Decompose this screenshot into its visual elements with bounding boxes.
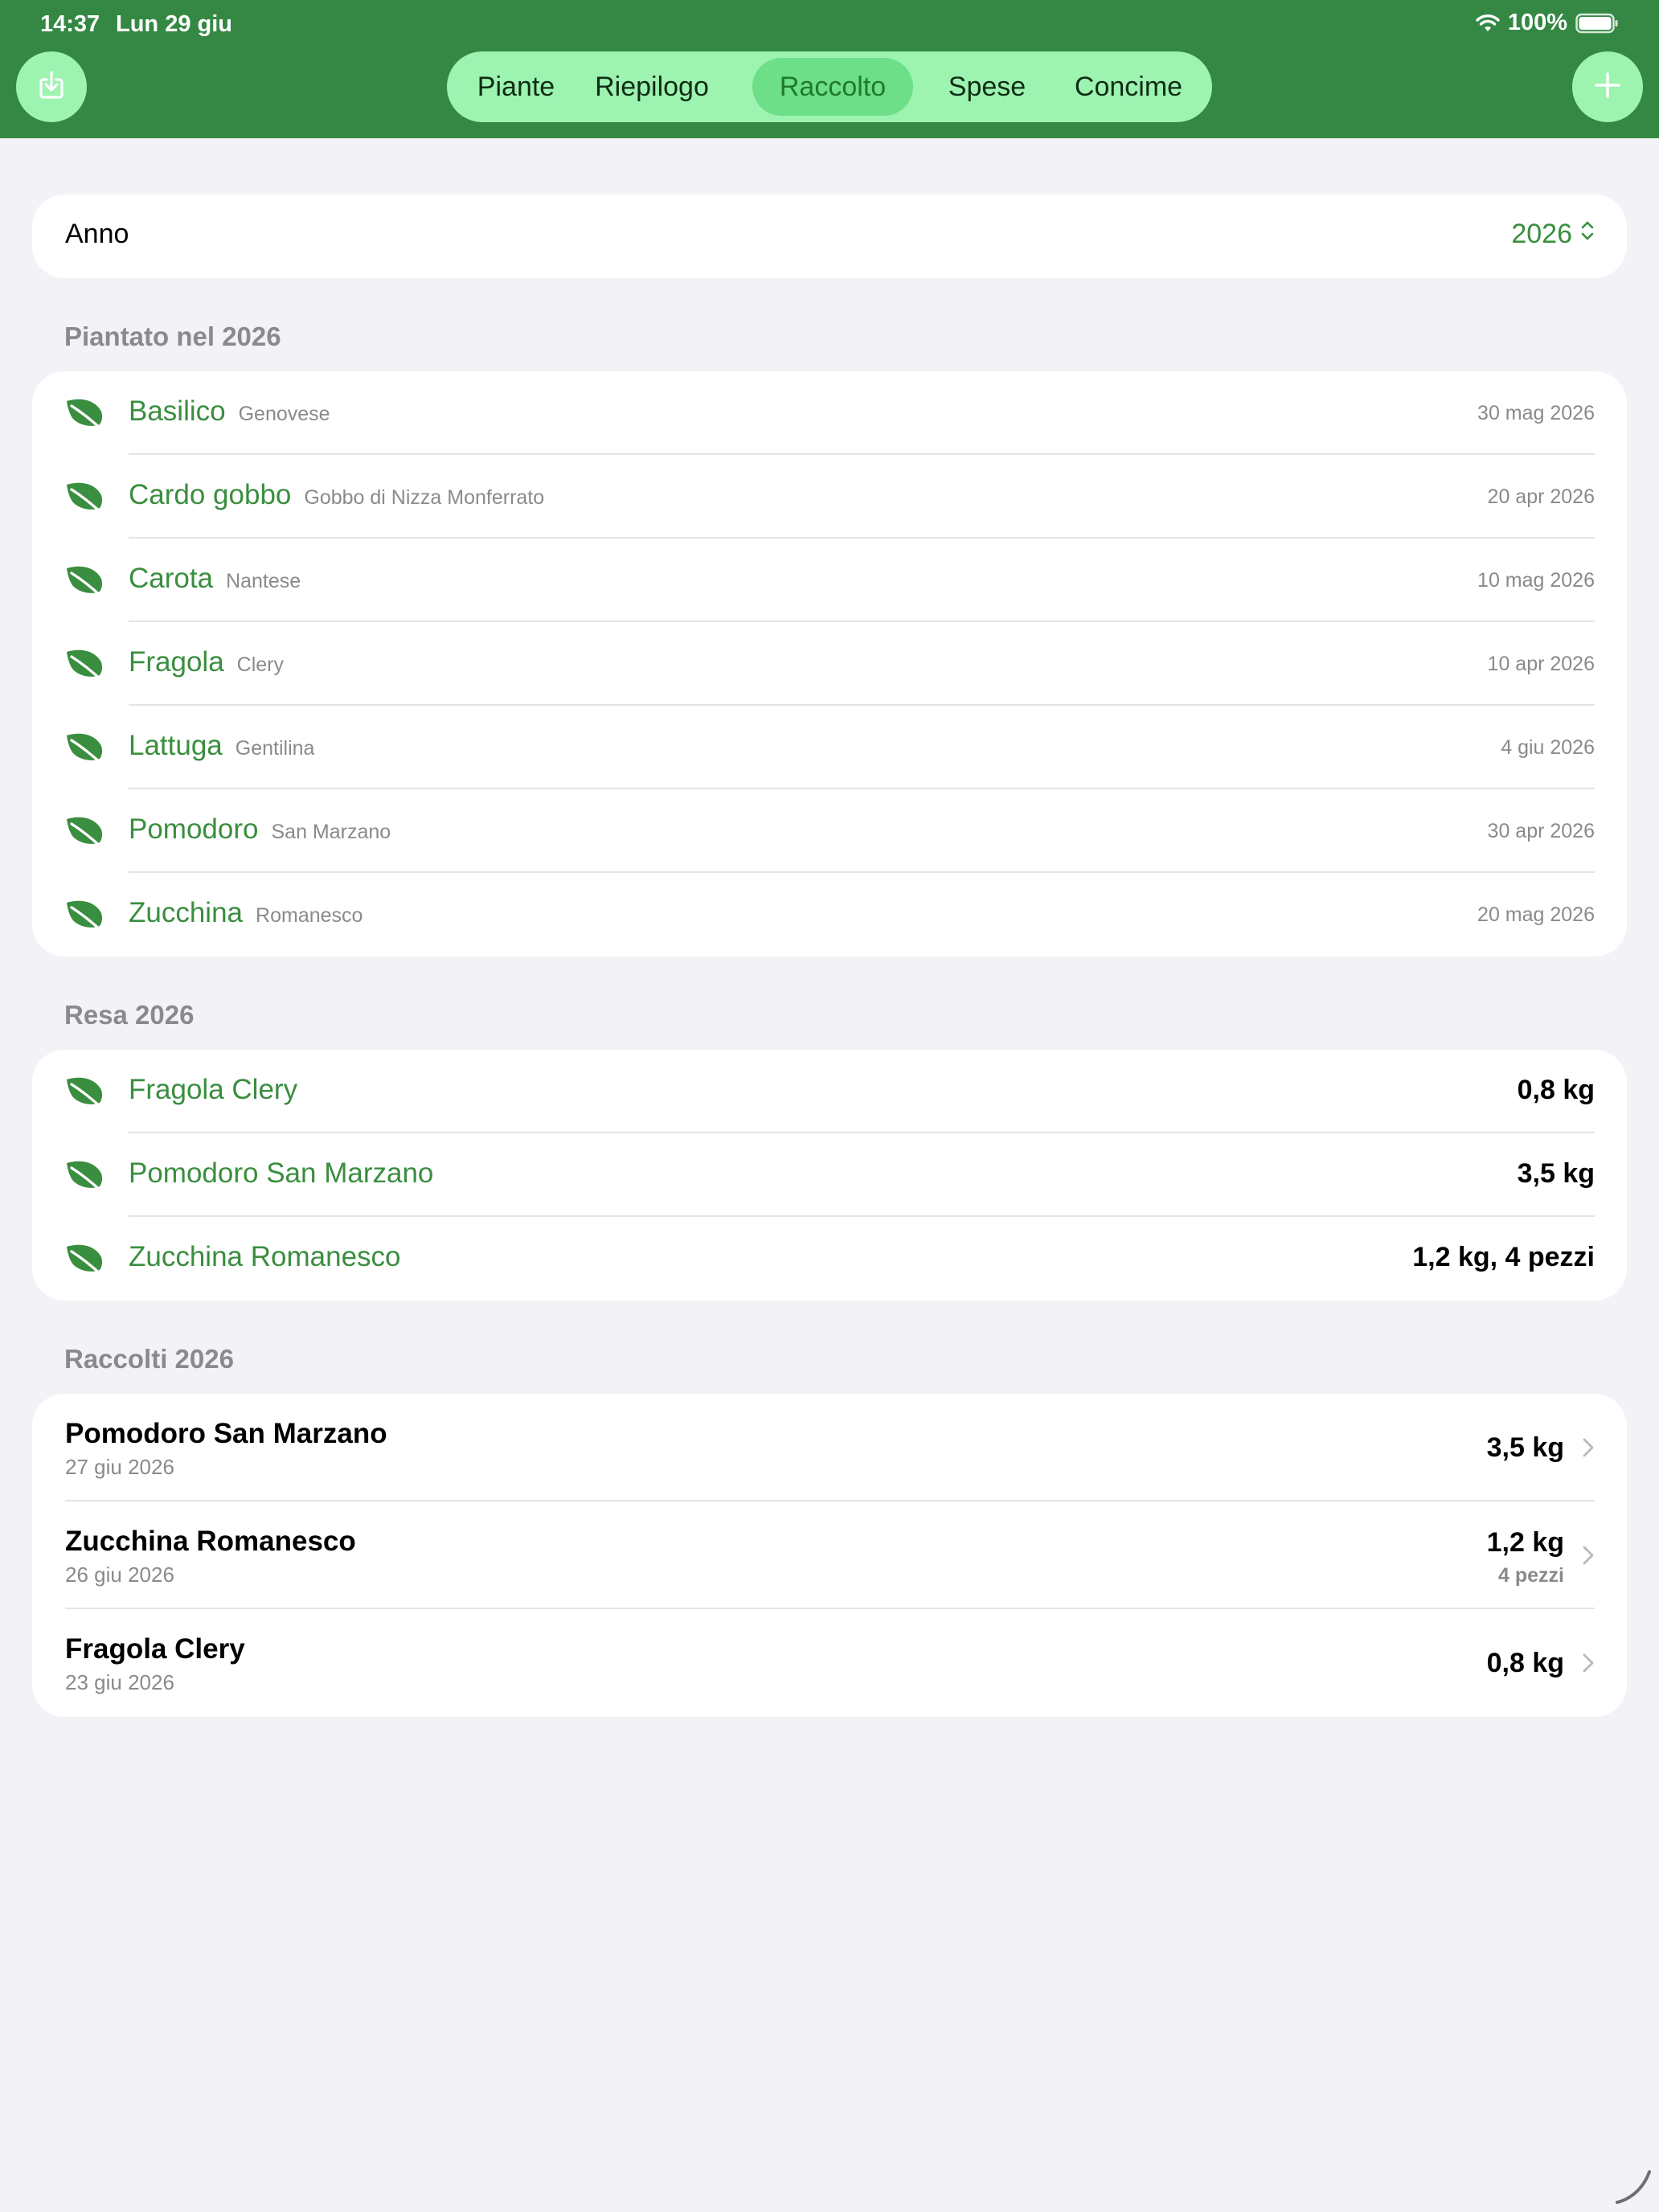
planted-row[interactable]: Basilico Genovese 30 mag 2026 — [32, 371, 1627, 455]
plant-title: Fragola Clery — [129, 646, 284, 678]
yield-amount: 0,8 kg — [1517, 1075, 1595, 1105]
yield-amount: 1,2 kg, 4 pezzi — [1412, 1242, 1595, 1272]
leaf-icon — [64, 1159, 104, 1193]
plant-title: Basilico Genovese — [129, 395, 330, 428]
tab-spese[interactable]: Spese — [928, 58, 1047, 116]
harvest-amount: 1,2 kg — [1486, 1527, 1564, 1558]
harvest-date: 26 giu 2026 — [65, 1563, 174, 1587]
plant-title: Zucchina Romanesco — [129, 897, 363, 929]
planted-row[interactable]: Fragola Clery 10 apr 2026 — [32, 622, 1627, 706]
wifi-icon — [1476, 14, 1500, 33]
yield-plant-name: Pomodoro San Marzano — [129, 1157, 434, 1189]
plant-variety: Clery — [236, 653, 285, 676]
plant-variety: Nantese — [226, 570, 301, 592]
planting-date: 20 mag 2026 — [1477, 903, 1595, 926]
harvest-date: 23 giu 2026 — [65, 1670, 174, 1694]
planted-row[interactable]: Cardo gobbo Gobbo di Nizza Monferrato 20 a… — [32, 455, 1627, 539]
leaf-icon — [64, 648, 104, 682]
chevron-up-down-icon — [1580, 219, 1595, 250]
status-indicators: 100% — [1476, 10, 1619, 36]
harvest-amount: 3,5 kg — [1486, 1432, 1564, 1463]
year-value: 2026 — [1511, 219, 1572, 249]
battery-percent: 100% — [1507, 10, 1567, 35]
tab-riepilogo[interactable]: Riepilogo — [577, 58, 727, 116]
tab-piante[interactable]: Piante — [466, 58, 566, 116]
plant-name: Basilico — [129, 395, 226, 427]
harvest-pieces: 4 pezzi — [1498, 1564, 1564, 1587]
tab-concime[interactable]: Concime — [1058, 58, 1199, 116]
plant-name: Lattuga — [129, 730, 223, 761]
planting-date: 10 apr 2026 — [1487, 653, 1595, 675]
plant-title: Lattuga Gentilina — [129, 730, 314, 762]
plant-name: Fragola — [129, 646, 224, 678]
leaf-icon — [64, 1075, 104, 1109]
plant-variety: Gentilina — [235, 737, 315, 760]
yield-row[interactable]: Zucchina Romanesco 1,2 kg, 4 pezzi — [32, 1217, 1627, 1301]
plant-title: Pomodoro San Marzano — [129, 813, 391, 846]
planted-row[interactable]: Pomodoro San Marzano 30 apr 2026 — [32, 789, 1627, 873]
planted-row[interactable]: Zucchina Romanesco 20 mag 2026 — [32, 873, 1627, 956]
leaf-icon — [64, 564, 104, 598]
yield-section-title: Resa 2026 — [64, 1000, 195, 1030]
plant-variety: Romanesco — [256, 904, 363, 927]
top-bar: 14:37 Lun 29 giu 100% Piante Riepilogo R… — [0, 0, 1659, 138]
harvest-row[interactable]: Pomodoro San Marzano 27 giu 2026 3,5 kg — [32, 1394, 1627, 1501]
year-picker[interactable]: 2026 — [1511, 219, 1595, 250]
tab-raccolto[interactable]: Raccolto — [752, 58, 913, 116]
planted-row[interactable]: Carota Nantese 10 mag 2026 — [32, 539, 1627, 622]
harvest-plant-name: Fragola Clery — [65, 1633, 245, 1665]
status-time: 14:37 — [40, 11, 100, 37]
plant-name: Zucchina — [129, 897, 244, 928]
yield-amount: 3,5 kg — [1517, 1158, 1595, 1189]
chevron-right-icon — [1582, 1653, 1595, 1673]
leaf-icon — [64, 731, 104, 765]
planting-date: 4 giu 2026 — [1501, 736, 1595, 759]
planted-section-title: Piantato nel 2026 — [64, 322, 281, 351]
yield-row[interactable]: Fragola Clery 0,8 kg — [32, 1050, 1627, 1133]
plant-title: Cardo gobbo Gobbo di Nizza Monferrato — [129, 479, 544, 511]
yield-list: Fragola Clery 0,8 kg Pomodoro San Marzano 3… — [32, 1050, 1627, 1301]
harvest-row[interactable]: Zucchina Romanesco 26 giu 2026 1,2 kg 4 pez… — [32, 1501, 1627, 1609]
plant-name: Pomodoro — [129, 813, 259, 845]
year-picker-card: Anno 2026 — [32, 195, 1627, 278]
leaf-icon — [64, 481, 104, 514]
plant-name: Carota — [129, 563, 214, 594]
resize-handle-icon — [1614, 2167, 1653, 2206]
yield-plant-name: Zucchina Romanesco — [129, 1241, 401, 1272]
yield-row[interactable]: Pomodoro San Marzano 3,5 kg — [32, 1133, 1627, 1217]
planting-date: 30 apr 2026 — [1487, 820, 1595, 842]
leaf-icon — [64, 397, 104, 431]
planting-date: 20 apr 2026 — [1487, 485, 1595, 508]
plant-title: Carota Nantese — [129, 563, 301, 595]
tray-arrow-down-icon — [34, 68, 69, 107]
section-segmented-control: Piante Riepilogo Raccolto Spese Concime — [447, 51, 1212, 122]
leaf-icon — [64, 815, 104, 849]
harvest-plant-name: Pomodoro San Marzano — [65, 1418, 387, 1449]
leaf-icon — [64, 1243, 104, 1276]
harvest-row[interactable]: Fragola Clery 23 giu 2026 0,8 kg — [32, 1609, 1627, 1717]
plus-icon — [1591, 69, 1624, 105]
planted-row[interactable]: Lattuga Gentilina 4 giu 2026 — [32, 706, 1627, 789]
harvests-section-title: Raccolti 2026 — [64, 1344, 234, 1374]
plant-variety: Genovese — [238, 403, 330, 425]
yield-plant-name: Fragola Clery — [129, 1074, 298, 1105]
plant-name: Cardo gobbo — [129, 479, 292, 510]
plant-variety: Gobbo di Nizza Monferrato — [304, 486, 545, 509]
harvests-list: Pomodoro San Marzano 27 giu 2026 3,5 kg Zuc… — [32, 1394, 1627, 1717]
import-button[interactable] — [16, 51, 87, 122]
plant-variety: San Marzano — [271, 821, 391, 843]
leaf-icon — [64, 899, 104, 932]
chevron-right-icon — [1582, 1437, 1595, 1458]
add-button[interactable] — [1572, 51, 1643, 122]
status-date: Lun 29 giu — [116, 11, 232, 37]
harvest-amount: 0,8 kg — [1486, 1648, 1564, 1678]
planting-date: 10 mag 2026 — [1477, 569, 1595, 592]
planted-list: Basilico Genovese 30 mag 2026 Cardo gobbo Go… — [32, 371, 1627, 956]
battery-icon — [1575, 13, 1619, 34]
planting-date: 30 mag 2026 — [1477, 402, 1595, 424]
harvest-plant-name: Zucchina Romanesco — [65, 1526, 356, 1557]
harvest-date: 27 giu 2026 — [65, 1455, 174, 1479]
year-label: Anno — [65, 219, 129, 249]
chevron-right-icon — [1582, 1545, 1595, 1566]
